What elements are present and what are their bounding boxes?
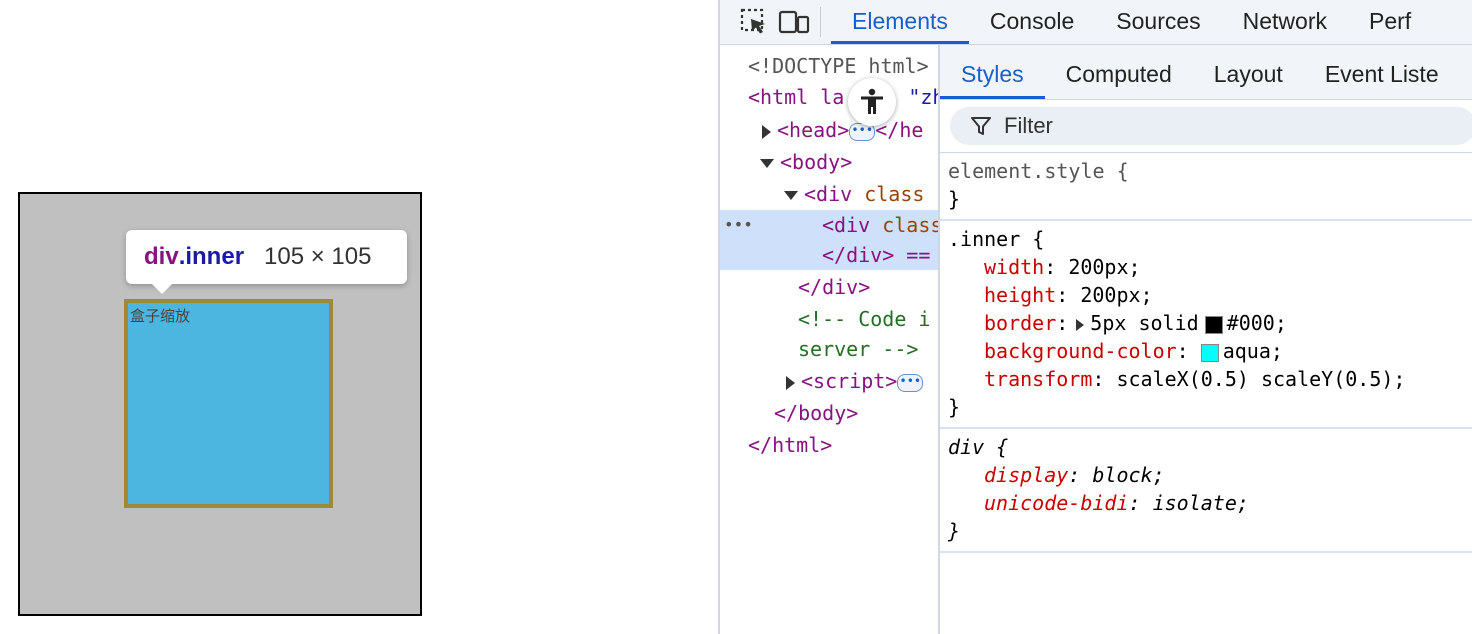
rule-selector: element.style { xyxy=(948,159,1129,183)
styles-tabbar: Styles Computed Layout Event Liste xyxy=(940,45,1472,100)
prop-border[interactable]: border: 5px solid #000; xyxy=(948,309,1472,337)
tab-sources[interactable]: Sources xyxy=(1095,0,1221,44)
accessibility-icon[interactable] xyxy=(848,78,896,126)
expand-arrow-icon[interactable] xyxy=(762,124,771,139)
tab-event-listeners[interactable]: Event Liste xyxy=(1304,45,1460,99)
dom-outer-div-attr: class xyxy=(864,182,925,206)
devtools-panel: Elements Console Sources Network Perf <!… xyxy=(718,0,1472,634)
prop-background-color[interactable]: background-color: aqua; xyxy=(948,337,1472,365)
styles-filter-input[interactable]: Filter xyxy=(950,107,1472,145)
inner-box-text: 盒子缩放 xyxy=(130,307,191,325)
rule-element-style[interactable]: element.style { } xyxy=(940,153,1472,221)
filter-placeholder: Filter xyxy=(1004,113,1053,138)
tooltip-class: .inner xyxy=(178,243,245,270)
dom-html-lang-value: "zh- xyxy=(908,85,938,109)
dom-comment-line-2[interactable]: server --> xyxy=(798,334,918,364)
color-swatch-black[interactable] xyxy=(1204,315,1223,334)
expand-shorthand-icon[interactable] xyxy=(1076,318,1085,331)
dom-comment-line-1[interactable]: <!-- Code i xyxy=(798,304,930,334)
rule-close: } xyxy=(948,395,961,419)
page-viewport: 盒子缩放 div .inner 105 × 105 xyxy=(0,0,718,634)
dom-doctype[interactable]: <!DOCTYPE html> xyxy=(748,51,929,81)
dom-outer-div-tag: <div xyxy=(804,182,865,206)
rule-selector: .inner { xyxy=(948,227,1045,251)
styles-sidebar: Styles Computed Layout Event Liste Filte… xyxy=(938,45,1472,634)
tab-layout[interactable]: Layout xyxy=(1193,45,1304,99)
tab-performance[interactable]: Perf xyxy=(1348,0,1432,44)
collapse-arrow-icon[interactable] xyxy=(760,159,774,168)
devtools-tabbar: Elements Console Sources Network Perf xyxy=(720,0,1472,45)
inspect-element-icon[interactable] xyxy=(734,0,774,44)
collapse-arrow-icon[interactable] xyxy=(784,191,798,200)
dom-inner-div-tag: <div xyxy=(822,213,883,237)
tab-elements[interactable]: Elements xyxy=(831,0,969,44)
prop-transform[interactable]: transform: scaleX(0.5) scaleY(0.5); xyxy=(948,365,1472,393)
rule-close: } xyxy=(948,519,961,543)
dom-head-node[interactable]: <head> ••• </he xyxy=(762,115,923,145)
color-swatch-aqua[interactable] xyxy=(1200,343,1219,362)
device-toolbar-icon[interactable] xyxy=(774,0,814,44)
collapsed-ellipsis-badge[interactable]: ••• xyxy=(897,373,924,392)
element-tooltip: div .inner 105 × 105 xyxy=(126,230,407,294)
filter-icon xyxy=(970,115,992,137)
dom-inner-div-node[interactable]: <div class xyxy=(822,210,938,240)
rule-div-user-agent[interactable]: div { display: block; unicode-bidi: isol… xyxy=(940,429,1472,553)
rule-inner[interactable]: .inner { width: 200px; height: 200px; bo… xyxy=(940,221,1472,429)
dom-html-close[interactable]: </html> xyxy=(748,430,832,460)
tab-network[interactable]: Network xyxy=(1222,0,1348,44)
dom-outer-div-node[interactable]: <div class xyxy=(784,179,924,209)
dom-head-open: <head> xyxy=(777,118,850,142)
tab-computed[interactable]: Computed xyxy=(1045,45,1193,99)
expand-arrow-icon[interactable] xyxy=(786,375,795,390)
dom-outer-div-close[interactable]: </div> xyxy=(798,272,870,302)
dom-body-node[interactable]: <body> xyxy=(760,147,852,177)
tooltip-size: 105 × 105 xyxy=(264,243,372,270)
rule-selector: div { xyxy=(948,435,1009,459)
toolbar-divider xyxy=(820,7,821,37)
prop-width[interactable]: width: 200px; xyxy=(948,253,1472,281)
dom-inner-div-attr: class xyxy=(882,213,938,237)
prop-unicode-bidi: unicode-bidi: isolate; xyxy=(984,491,1249,515)
tab-console[interactable]: Console xyxy=(969,0,1095,44)
inner-box[interactable]: 盒子缩放 xyxy=(124,299,333,508)
dom-body-close[interactable]: </body> xyxy=(774,398,858,428)
dom-script-node[interactable]: <script> ••• xyxy=(786,366,924,396)
dom-html-open[interactable]: <html la "zh- xyxy=(748,82,938,112)
tab-styles[interactable]: Styles xyxy=(940,45,1045,99)
styles-filter-row: Filter xyxy=(940,100,1472,153)
elements-dom-tree: <!DOCTYPE html> <html la"zh- <head>•••</… xyxy=(720,45,938,634)
dom-inner-div-close-text: </div> == xyxy=(822,243,931,267)
rule-close: } xyxy=(948,187,961,211)
selected-node-menu-icon[interactable]: ••• xyxy=(724,210,753,240)
tooltip-tag: div xyxy=(144,243,179,270)
prop-display: display: block; xyxy=(984,463,1165,487)
dom-inner-div-close[interactable]: </div> == xyxy=(822,240,930,270)
dom-html-tag: <html la xyxy=(748,85,845,109)
dom-script-open: <script> xyxy=(801,369,898,393)
dom-body-open: <body> xyxy=(780,150,853,174)
prop-height[interactable]: height: 200px; xyxy=(948,281,1472,309)
